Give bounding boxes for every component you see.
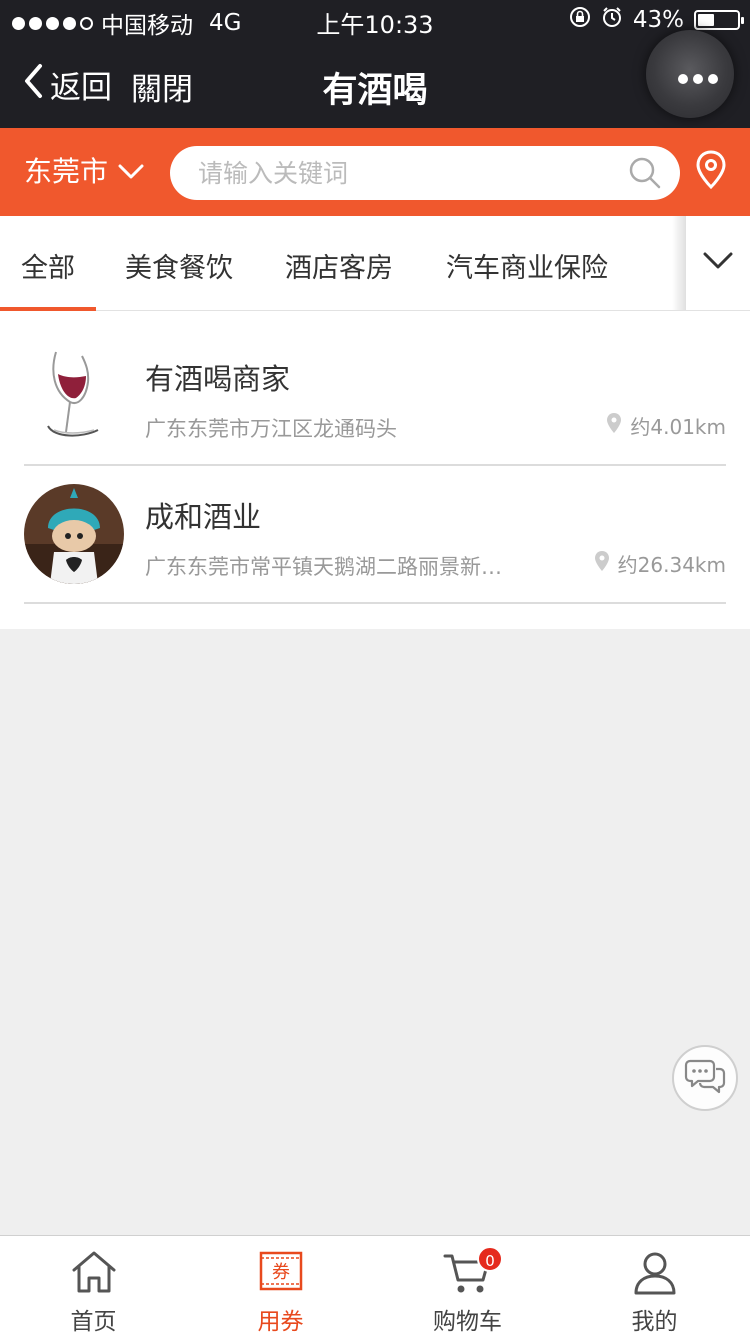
merchant-name: 有酒喝商家 xyxy=(145,362,291,396)
chevron-down-icon xyxy=(118,154,144,187)
battery-percent: 43% xyxy=(632,7,684,33)
chat-bubble-icon xyxy=(684,1057,726,1099)
tabbar-profile-label: 我的 xyxy=(631,1309,678,1334)
cart-count-badge: 0 xyxy=(477,1246,503,1272)
distance-label: 约4.01km xyxy=(630,415,726,439)
merchant-list: 有酒喝商家 广东东莞市万江区龙通码头 约4.01km 成和酒业 广东东莞市常平镇… xyxy=(0,311,750,629)
tabbar-profile[interactable]: 我的 xyxy=(561,1236,748,1334)
expand-tabs-button[interactable] xyxy=(686,216,750,310)
customer-service-button[interactable] xyxy=(672,1045,738,1111)
city-label: 东莞市 xyxy=(24,155,109,188)
location-pin-icon xyxy=(594,550,610,577)
location-button[interactable] xyxy=(696,150,726,194)
merchant-avatar-image xyxy=(24,484,124,584)
battery-icon xyxy=(694,10,744,30)
search-input[interactable] xyxy=(198,154,598,192)
tab-car-insurance[interactable]: 汽车商业保险 xyxy=(446,246,608,285)
rotation-lock-icon xyxy=(569,6,591,34)
alarm-icon xyxy=(601,6,623,34)
top-bar: 中国移动 4G 上午10:33 43% 返回 關閉 有酒喝 xyxy=(0,0,750,128)
home-icon xyxy=(0,1250,187,1294)
location-pin-icon xyxy=(606,412,622,439)
more-menu-capsule[interactable] xyxy=(640,30,740,128)
list-item[interactable]: 有酒喝商家 广东东莞市万江区龙通码头 约4.01km xyxy=(24,328,726,466)
merchant-address: 广东东莞市万江区龙通码头 xyxy=(145,417,397,441)
tabbar-cart[interactable]: 0 购物车 xyxy=(374,1236,561,1334)
search-icon[interactable] xyxy=(628,156,662,194)
bottom-tab-bar: 首页 券 用券 0 购物车 我的 xyxy=(0,1235,750,1334)
merchant-thumbnail xyxy=(24,484,124,584)
search-bar: 东莞市 xyxy=(0,128,750,216)
category-tabs: 全部 美食餐饮 酒店客房 汽车商业保险 xyxy=(0,216,750,311)
cart-icon xyxy=(374,1250,561,1296)
city-selector[interactable]: 东莞市 xyxy=(24,150,144,190)
more-dots-icon xyxy=(678,74,718,84)
coupon-icon-text: 券 xyxy=(272,1262,290,1283)
merchant-thumbnail xyxy=(24,346,124,446)
list-item[interactable]: 成和酒业 广东东莞市常平镇天鹅湖二路丽景新… 约26.34km xyxy=(24,466,726,604)
merchant-name: 成和酒业 xyxy=(145,500,262,534)
location-pin-icon xyxy=(696,150,726,194)
tab-all[interactable]: 全部 xyxy=(21,246,75,285)
nav-bar: 返回 關閉 有酒喝 xyxy=(0,30,750,128)
tabbar-coupon[interactable]: 券 用券 xyxy=(187,1236,374,1334)
user-icon xyxy=(561,1250,748,1296)
chevron-down-icon xyxy=(703,252,733,274)
merchant-distance: 约26.34km xyxy=(594,549,726,578)
tabbar-home-label: 首页 xyxy=(70,1309,117,1334)
status-right: 43% xyxy=(569,6,744,34)
tabbar-cart-label: 购物车 xyxy=(433,1309,502,1334)
page-title: 有酒喝 xyxy=(322,71,428,111)
tab-food[interactable]: 美食餐饮 xyxy=(125,246,233,285)
search-box xyxy=(170,146,680,200)
wine-glass-icon xyxy=(47,351,99,437)
merchant-distance: 约4.01km xyxy=(606,411,726,440)
tabbar-coupon-label: 用券 xyxy=(257,1309,304,1334)
tabbar-home[interactable]: 首页 xyxy=(0,1236,187,1334)
tab-hotel[interactable]: 酒店客房 xyxy=(285,246,393,285)
distance-label: 约26.34km xyxy=(617,553,726,577)
merchant-address: 广东东莞市常平镇天鹅湖二路丽景新… xyxy=(145,555,502,579)
coupon-icon: 券 xyxy=(187,1250,374,1292)
status-bar: 中国移动 4G 上午10:33 43% xyxy=(0,0,750,40)
